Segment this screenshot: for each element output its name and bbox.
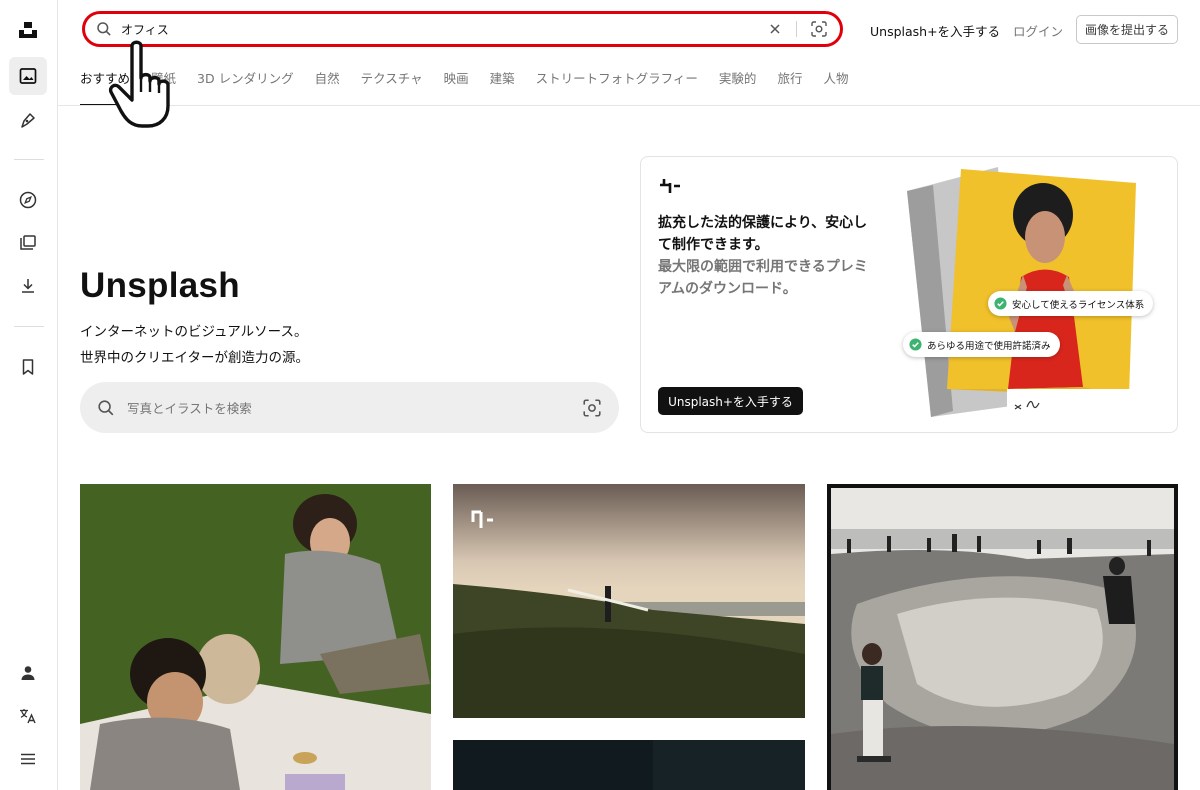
search-input[interactable]: オフィス (121, 21, 768, 38)
translate-icon (20, 709, 36, 724)
hero-search-input[interactable]: 写真とイラストを検索 (127, 398, 582, 417)
unsplash-logo-icon[interactable] (9, 11, 47, 49)
sidebar-item-bookmarks[interactable] (9, 348, 47, 386)
hero-title: Unsplash (80, 266, 240, 305)
sidebar-item-explore[interactable] (9, 181, 47, 219)
tab-experimental[interactable]: 実験的 (719, 68, 757, 106)
tab-people[interactable]: 人物 (823, 68, 848, 106)
sidebar-item-account[interactable] (9, 654, 47, 692)
sidebar-divider (14, 326, 44, 327)
header-search-bar[interactable]: オフィス (82, 11, 843, 47)
promo-badge-usage: あらゆる用途で使用許諾済み (903, 332, 1060, 357)
visual-search-icon[interactable] (582, 398, 602, 418)
download-icon (22, 279, 34, 293)
tab-architecture[interactable]: 建築 (490, 68, 515, 106)
tab-3d-renders[interactable]: 3D レンダリング (197, 68, 294, 106)
image-icon (19, 68, 37, 84)
photo-skatepark[interactable] (827, 484, 1178, 790)
tab-textures[interactable]: テクスチャ (361, 68, 423, 106)
get-unsplash-plus-link[interactable]: Unsplash+を入手する (870, 21, 1000, 40)
promo-badge-license-label: 安心して使えるライセンス体系 (1012, 299, 1145, 311)
promo-headline: 拡充した法的保護により、安心して制作できます。 最大限の範囲で利用できるプレミア… (658, 212, 873, 300)
promo-badge-usage-label: あらゆる用途で使用許諾済み (927, 340, 1051, 352)
photo-picnic[interactable] (80, 484, 431, 790)
unsplash-plus-promo-card: 拡充した法的保護により、安心して制作できます。 最大限の範囲で利用できるプレミア… (640, 156, 1178, 433)
search-icon[interactable] (96, 21, 112, 37)
unsplash-plus-logo-icon (660, 179, 680, 193)
promo-badge-license: 安心して使えるライセンス体系 (988, 291, 1154, 316)
hero-search-bar[interactable]: 写真とイラストを検索 (80, 382, 619, 433)
compass-icon (19, 191, 37, 209)
photo-dark-interior[interactable] (453, 740, 805, 790)
sidebar-item-illustrations[interactable] (9, 101, 47, 139)
sidebar-item-menu[interactable] (9, 740, 47, 778)
visual-search-icon[interactable] (810, 20, 828, 38)
left-sidebar (0, 0, 58, 790)
pen-icon (21, 113, 35, 128)
sidebar-item-photos[interactable] (9, 57, 47, 95)
sidebar-divider (14, 159, 44, 160)
hero-subtitle-line2: 世界中のクリエイターが創造力の源。 (80, 350, 309, 366)
sidebar-item-collections[interactable] (9, 224, 47, 262)
promo-get-plus-button[interactable]: Unsplash+を入手する (658, 387, 803, 415)
tabs-divider (58, 105, 1200, 106)
photo-surfer-dunes[interactable] (453, 484, 805, 718)
hand-pointer-icon (108, 40, 170, 128)
check-circle-icon (909, 338, 922, 351)
sidebar-item-language[interactable] (9, 697, 47, 735)
collections-icon (20, 235, 36, 250)
search-divider (796, 21, 797, 37)
promo-headline-gray: 最大限の範囲で利用できるプレミアムのダウンロード。 (658, 259, 868, 297)
menu-icon (21, 753, 35, 765)
tab-travel[interactable]: 旅行 (777, 68, 802, 106)
hero-subtitle-line1: インターネットのビジュアルソース。 (80, 324, 308, 340)
tab-nature[interactable]: 自然 (315, 68, 340, 106)
bookmark-icon (22, 359, 34, 375)
tab-street-photography[interactable]: ストリートフォトグラフィー (536, 68, 698, 106)
tab-film[interactable]: 映画 (444, 68, 469, 106)
check-circle-icon (994, 297, 1007, 310)
login-link[interactable]: ログイン (1013, 21, 1063, 40)
user-icon (21, 666, 35, 680)
promo-headline-dark: 拡充した法的保護により、安心して制作できます。 (658, 215, 868, 253)
submit-image-button[interactable]: 画像を提出する (1076, 15, 1178, 44)
sidebar-item-downloads[interactable] (9, 267, 47, 305)
clear-icon[interactable] (768, 22, 782, 36)
search-icon[interactable] (97, 399, 115, 417)
category-tabs: おすすめ 壁紙 3D レンダリング 自然 テクスチャ 映画 建築 ストリートフォ… (80, 68, 869, 106)
